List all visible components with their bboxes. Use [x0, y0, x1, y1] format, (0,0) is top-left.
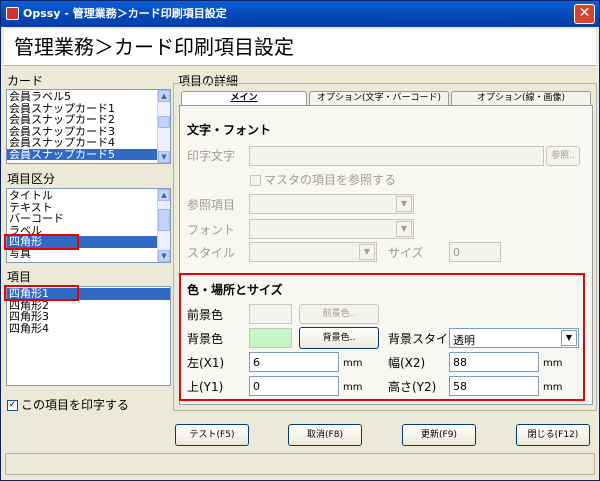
category-list-item[interactable]: バーコード — [7, 213, 170, 225]
font-label: フォント — [187, 223, 236, 237]
color-place-title: 色・場所とサイズ — [187, 283, 283, 297]
bg-style-value: 透明 — [453, 334, 475, 347]
left-unit: mm — [343, 358, 363, 369]
size-input[interactable]: 0 — [449, 242, 501, 262]
items-listbox[interactable]: 四角形1 四角形2 四角形3 四角形4 — [6, 286, 171, 386]
title-bar: Opssy - 管理業務＞カード印刷項目設定 ✕ — [1, 1, 599, 27]
bg-color-swatch — [249, 328, 292, 348]
items-label: 項目 — [7, 270, 32, 284]
height-unit: mm — [543, 382, 563, 393]
window-title: Opssy - 管理業務＞カード印刷項目設定 — [23, 7, 227, 20]
tab-option-text-barcode[interactable]: オプション(文字・バーコード) — [309, 91, 449, 105]
text-font-title: 文字・フォント — [187, 123, 272, 137]
dropdown-icon[interactable]: ▼ — [396, 196, 412, 212]
height-input[interactable]: 58 — [449, 376, 539, 396]
category-scrollbar[interactable]: ▲ ▼ — [157, 189, 170, 262]
fg-color-button[interactable]: 前景色.. — [299, 304, 379, 324]
card-scrollbar[interactable]: ▲ ▼ — [157, 90, 170, 163]
ref-item-select[interactable]: ▼ — [249, 194, 414, 214]
style-select[interactable]: ▼ — [249, 242, 377, 262]
scroll-thumb[interactable] — [158, 116, 170, 128]
top-value: 0 — [253, 380, 260, 393]
left-value: 6 — [253, 356, 260, 369]
width-input[interactable]: 88 — [449, 352, 539, 372]
height-label: 高さ(Y2) — [388, 380, 437, 394]
app-icon — [6, 7, 19, 20]
font-select[interactable]: ▼ — [249, 219, 414, 239]
close-button[interactable]: 閉じる(F12) — [516, 424, 590, 446]
print-item-label: この項目を印字する — [21, 398, 130, 412]
bg-color-button[interactable]: 背景色.. — [299, 327, 379, 349]
category-list-item[interactable]: タイトル — [7, 190, 170, 202]
print-item-checkbox[interactable]: ✓ — [7, 400, 18, 411]
scroll-up-icon[interactable]: ▲ — [158, 90, 170, 102]
items-list-item[interactable]: 四角形3 — [7, 311, 170, 323]
bg-color-label: 背景色 — [187, 332, 224, 346]
ref-button[interactable]: 参照.. — [546, 146, 580, 166]
size-value: 0 — [453, 246, 460, 259]
item-category-list: タイトル テキスト バーコード ラベル 四角形 写真 — [7, 189, 170, 259]
bg-style-select[interactable]: 透明 ▼ — [449, 328, 579, 348]
top-unit: mm — [343, 382, 363, 393]
print-text-label: 印字文字 — [187, 149, 236, 163]
scroll-up-icon[interactable]: ▲ — [158, 189, 170, 201]
items-list: 四角形1 四角形2 四角形3 四角形4 — [7, 287, 170, 334]
fg-color-swatch — [249, 304, 292, 324]
card-list-item[interactable]: 会員ラベル5 — [7, 91, 170, 103]
card-list-item[interactable]: 会員スナップカード5 — [7, 148, 170, 160]
card-list-item[interactable]: 会員スナップカード2 — [7, 114, 170, 126]
print-text-input[interactable] — [249, 146, 544, 166]
card-label: カード — [7, 74, 44, 88]
tab-option-line-image[interactable]: オプション(線・画像) — [451, 91, 591, 105]
card-list-item[interactable]: 会員スナップカード4 — [7, 137, 170, 149]
style-label: スタイル — [187, 246, 236, 260]
master-ref-label: マスタの項目を参照する — [264, 173, 397, 187]
fg-color-label: 前景色 — [187, 308, 224, 322]
card-list: 会員ラベル5 会員スナップカード1 会員スナップカード2 会員スナップカード3 会員スナ… — [7, 90, 170, 160]
height-value: 58 — [453, 380, 467, 393]
header-bar: 管理業務＞カード印刷項目設定 — [4, 29, 596, 66]
update-button[interactable]: 更新(F9) — [402, 424, 476, 446]
items-list-item[interactable]: 四角形4 — [7, 322, 170, 335]
size-label: サイズ — [388, 246, 424, 260]
left-input[interactable]: 6 — [249, 352, 339, 372]
status-bar — [5, 453, 595, 475]
top-input[interactable]: 0 — [249, 376, 339, 396]
item-category-label: 項目区分 — [7, 172, 56, 186]
items-list-item[interactable]: 四角形1 — [7, 288, 170, 300]
dropdown-icon[interactable]: ▼ — [359, 244, 375, 260]
left-label: 左(X1) — [187, 356, 225, 370]
scroll-down-icon[interactable]: ▼ — [158, 250, 170, 262]
scroll-down-icon[interactable]: ▼ — [158, 151, 170, 163]
item-category-listbox[interactable]: タイトル テキスト バーコード ラベル 四角形 写真 ▲ ▼ — [6, 188, 171, 263]
dropdown-icon[interactable]: ▼ — [561, 330, 577, 346]
top-label: 上(Y1) — [187, 380, 224, 394]
close-window-button[interactable]: ✕ — [574, 4, 595, 24]
scroll-thumb[interactable] — [158, 209, 170, 231]
category-list-item[interactable]: 四角形 — [7, 236, 170, 248]
test-button[interactable]: テスト(F5) — [175, 424, 249, 446]
cancel-button[interactable]: 取消(F8) — [288, 424, 362, 446]
width-value: 88 — [453, 356, 467, 369]
width-unit: mm — [543, 358, 563, 369]
dropdown-icon[interactable]: ▼ — [396, 221, 412, 237]
card-listbox[interactable]: 会員ラベル5 会員スナップカード1 会員スナップカード2 会員スナップカード3 会員スナ… — [6, 89, 171, 164]
master-ref-checkbox[interactable] — [250, 175, 261, 186]
width-label: 幅(X2) — [388, 356, 426, 370]
main-window: Opssy - 管理業務＞カード印刷項目設定 ✕ 管理業務＞カード印刷項目設定 … — [0, 0, 600, 481]
category-list-item[interactable]: 写真 — [7, 247, 170, 260]
ref-item-label: 参照項目 — [187, 198, 236, 212]
tab-main[interactable]: メイン — [181, 91, 307, 105]
page-title: 管理業務＞カード印刷項目設定 — [14, 35, 294, 59]
